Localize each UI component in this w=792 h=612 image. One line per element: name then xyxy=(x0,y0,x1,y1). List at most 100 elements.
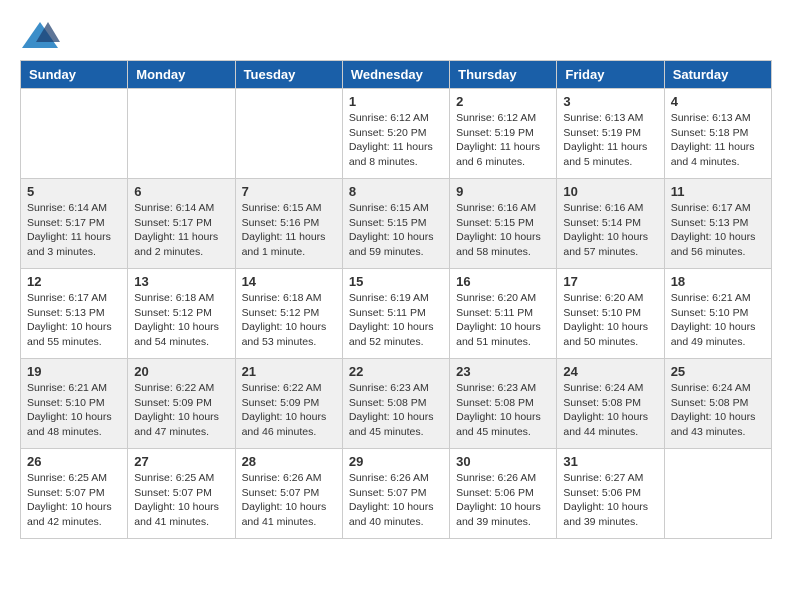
calendar-header-tuesday: Tuesday xyxy=(235,61,342,89)
day-number: 28 xyxy=(242,454,336,469)
day-number: 30 xyxy=(456,454,550,469)
day-info: Sunrise: 6:14 AM Sunset: 5:17 PM Dayligh… xyxy=(134,201,228,260)
calendar-week-row: 5 Sunrise: 6:14 AM Sunset: 5:17 PM Daylig… xyxy=(21,179,772,269)
day-info: Sunrise: 6:25 AM Sunset: 5:07 PM Dayligh… xyxy=(27,471,121,530)
calendar-cell: 17Sunrise: 6:20 AM Sunset: 5:10 PM Dayli… xyxy=(557,269,664,359)
day-info: Sunrise: 6:27 AM Sunset: 5:06 PM Dayligh… xyxy=(563,471,657,530)
calendar-cell: 16 Sunrise: 6:20 AM Sunset: 5:11 PM Dayli… xyxy=(450,269,557,359)
day-info: Sunrise: 6:18 AM Sunset: 5:12 PM Dayligh… xyxy=(242,291,336,350)
calendar-cell: 2 Sunrise: 6:12 AM Sunset: 5:19 PM Daylig… xyxy=(450,89,557,179)
day-number: 19 xyxy=(27,364,121,379)
day-number: 29 xyxy=(349,454,443,469)
calendar-header-thursday: Thursday xyxy=(450,61,557,89)
day-number: 27 xyxy=(134,454,228,469)
calendar-cell: 14 Sunrise: 6:18 AM Sunset: 5:12 PM Dayli… xyxy=(235,269,342,359)
calendar-cell: 31 Sunrise: 6:27 AM Sunset: 5:06 PM Dayli… xyxy=(557,449,664,539)
calendar-cell: 27 Sunrise: 6:25 AM Sunset: 5:07 PM Dayli… xyxy=(128,449,235,539)
day-number: 12 xyxy=(27,274,121,289)
day-info: Sunrise: 6:26 AM Sunset: 5:07 PM Dayligh… xyxy=(242,471,336,530)
day-number: 25 xyxy=(671,364,765,379)
day-info: Sunrise: 6:23 AM Sunset: 5:08 PM Dayligh… xyxy=(349,381,443,440)
calendar-cell xyxy=(21,89,128,179)
calendar-header-wednesday: Wednesday xyxy=(342,61,449,89)
logo xyxy=(20,20,64,50)
day-info: Sunrise: 6:19 AM Sunset: 5:11 PM Dayligh… xyxy=(349,291,443,350)
calendar-cell: 12 Sunrise: 6:17 AM Sunset: 5:13 PM Dayli… xyxy=(21,269,128,359)
day-number: 11 xyxy=(671,184,765,199)
calendar-cell: 11 Sunrise: 6:17 AM Sunset: 5:13 PM Dayli… xyxy=(664,179,771,269)
calendar-cell: 18 Sunrise: 6:21 AM Sunset: 5:10 PM Dayli… xyxy=(664,269,771,359)
day-number: 24 xyxy=(563,364,657,379)
day-number: 17 xyxy=(563,274,657,289)
calendar-week-row: 1 Sunrise: 6:12 AM Sunset: 5:20 PM Daylig… xyxy=(21,89,772,179)
day-info: Sunrise: 6:18 AM Sunset: 5:12 PM Dayligh… xyxy=(134,291,228,350)
day-number: 15 xyxy=(349,274,443,289)
day-number: 21 xyxy=(242,364,336,379)
day-info: Sunrise: 6:14 AM Sunset: 5:17 PM Dayligh… xyxy=(27,201,121,260)
calendar-cell: 3Sunrise: 6:13 AM Sunset: 5:19 PM Daylig… xyxy=(557,89,664,179)
day-info: Sunrise: 6:24 AM Sunset: 5:08 PM Dayligh… xyxy=(563,381,657,440)
calendar-cell: 25 Sunrise: 6:24 AM Sunset: 5:08 PM Dayli… xyxy=(664,359,771,449)
day-info: Sunrise: 6:15 AM Sunset: 5:16 PM Dayligh… xyxy=(242,201,336,260)
day-info: Sunrise: 6:12 AM Sunset: 5:19 PM Dayligh… xyxy=(456,111,550,170)
calendar-week-row: 12 Sunrise: 6:17 AM Sunset: 5:13 PM Dayli… xyxy=(21,269,772,359)
page-header xyxy=(20,20,772,50)
calendar-cell: 29Sunrise: 6:26 AM Sunset: 5:07 PM Dayli… xyxy=(342,449,449,539)
day-info: Sunrise: 6:17 AM Sunset: 5:13 PM Dayligh… xyxy=(27,291,121,350)
calendar-cell: 30 Sunrise: 6:26 AM Sunset: 5:06 PM Dayli… xyxy=(450,449,557,539)
day-info: Sunrise: 6:13 AM Sunset: 5:18 PM Dayligh… xyxy=(671,111,765,170)
day-number: 23 xyxy=(456,364,550,379)
calendar-cell: 8 Sunrise: 6:15 AM Sunset: 5:15 PM Daylig… xyxy=(342,179,449,269)
calendar-cell: 9 Sunrise: 6:16 AM Sunset: 5:15 PM Daylig… xyxy=(450,179,557,269)
day-info: Sunrise: 6:22 AM Sunset: 5:09 PM Dayligh… xyxy=(242,381,336,440)
day-number: 31 xyxy=(563,454,657,469)
calendar-cell: 23 Sunrise: 6:23 AM Sunset: 5:08 PM Dayli… xyxy=(450,359,557,449)
calendar-cell: 22 Sunrise: 6:23 AM Sunset: 5:08 PM Dayli… xyxy=(342,359,449,449)
day-info: Sunrise: 6:16 AM Sunset: 5:15 PM Dayligh… xyxy=(456,201,550,260)
day-number: 18 xyxy=(671,274,765,289)
day-info: Sunrise: 6:24 AM Sunset: 5:08 PM Dayligh… xyxy=(671,381,765,440)
day-number: 5 xyxy=(27,184,121,199)
day-number: 9 xyxy=(456,184,550,199)
day-number: 26 xyxy=(27,454,121,469)
day-info: Sunrise: 6:21 AM Sunset: 5:10 PM Dayligh… xyxy=(671,291,765,350)
day-number: 16 xyxy=(456,274,550,289)
day-number: 22 xyxy=(349,364,443,379)
calendar-cell: 13 Sunrise: 6:18 AM Sunset: 5:12 PM Dayli… xyxy=(128,269,235,359)
day-info: Sunrise: 6:26 AM Sunset: 5:06 PM Dayligh… xyxy=(456,471,550,530)
day-number: 10 xyxy=(563,184,657,199)
day-number: 1 xyxy=(349,94,443,109)
day-number: 20 xyxy=(134,364,228,379)
calendar-cell xyxy=(235,89,342,179)
day-info: Sunrise: 6:17 AM Sunset: 5:13 PM Dayligh… xyxy=(671,201,765,260)
day-info: Sunrise: 6:25 AM Sunset: 5:07 PM Dayligh… xyxy=(134,471,228,530)
calendar-week-row: 19Sunrise: 6:21 AM Sunset: 5:10 PM Dayli… xyxy=(21,359,772,449)
day-number: 14 xyxy=(242,274,336,289)
calendar-cell: 20 Sunrise: 6:22 AM Sunset: 5:09 PM Dayli… xyxy=(128,359,235,449)
day-info: Sunrise: 6:12 AM Sunset: 5:20 PM Dayligh… xyxy=(349,111,443,170)
calendar-cell: 6Sunrise: 6:14 AM Sunset: 5:17 PM Daylig… xyxy=(128,179,235,269)
day-info: Sunrise: 6:22 AM Sunset: 5:09 PM Dayligh… xyxy=(134,381,228,440)
calendar-cell: 21 Sunrise: 6:22 AM Sunset: 5:09 PM Dayli… xyxy=(235,359,342,449)
calendar-cell: 28 Sunrise: 6:26 AM Sunset: 5:07 PM Dayli… xyxy=(235,449,342,539)
calendar-cell: 15 Sunrise: 6:19 AM Sunset: 5:11 PM Dayli… xyxy=(342,269,449,359)
calendar-cell: 1 Sunrise: 6:12 AM Sunset: 5:20 PM Daylig… xyxy=(342,89,449,179)
day-info: Sunrise: 6:23 AM Sunset: 5:08 PM Dayligh… xyxy=(456,381,550,440)
day-number: 7 xyxy=(242,184,336,199)
calendar-cell: 7 Sunrise: 6:15 AM Sunset: 5:16 PM Daylig… xyxy=(235,179,342,269)
calendar-table: SundayMondayTuesdayWednesdayThursdayFrid… xyxy=(20,60,772,539)
calendar-cell: 5 Sunrise: 6:14 AM Sunset: 5:17 PM Daylig… xyxy=(21,179,128,269)
calendar-cell: 10Sunrise: 6:16 AM Sunset: 5:14 PM Dayli… xyxy=(557,179,664,269)
calendar-header-saturday: Saturday xyxy=(664,61,771,89)
day-number: 8 xyxy=(349,184,443,199)
day-number: 2 xyxy=(456,94,550,109)
calendar-cell: 24 Sunrise: 6:24 AM Sunset: 5:08 PM Dayli… xyxy=(557,359,664,449)
calendar-cell xyxy=(664,449,771,539)
day-info: Sunrise: 6:13 AM Sunset: 5:19 PM Dayligh… xyxy=(563,111,657,170)
calendar-header-friday: Friday xyxy=(557,61,664,89)
day-info: Sunrise: 6:15 AM Sunset: 5:15 PM Dayligh… xyxy=(349,201,443,260)
logo-icon xyxy=(20,20,60,50)
calendar-cell xyxy=(128,89,235,179)
day-info: Sunrise: 6:20 AM Sunset: 5:11 PM Dayligh… xyxy=(456,291,550,350)
day-number: 13 xyxy=(134,274,228,289)
